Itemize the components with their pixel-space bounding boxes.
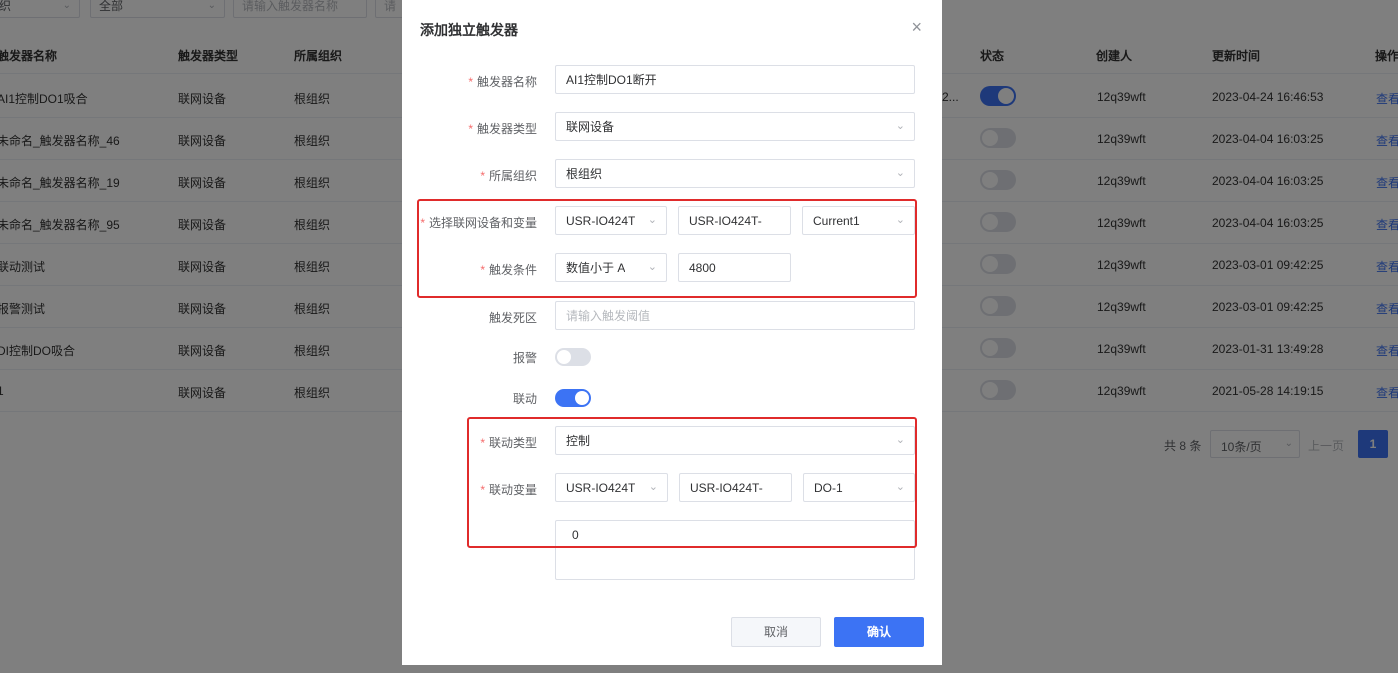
condition-select[interactable]: 数值小于 A ⌄ [555, 253, 667, 282]
chevron-down-icon: ⌄ [895, 434, 905, 446]
deadzone-input[interactable]: 请输入触发阈值 [555, 301, 915, 330]
trigger-name-label: * 触发器名称 [468, 75, 537, 89]
chevron-down-icon: ⌄ [647, 261, 657, 273]
trigger-name-input[interactable]: AI1控制DO1断开 [555, 65, 915, 94]
linkage-device-sub-value: USR-IO424T-I [690, 481, 763, 495]
device-value: USR-IO424T [566, 214, 636, 228]
chevron-down-icon: ⌄ [895, 481, 905, 493]
deadzone-label: 触发死区 [488, 311, 537, 325]
linkage-value-textarea[interactable]: 0 [555, 520, 915, 580]
linkage-value: 0 [572, 528, 579, 542]
close-icon[interactable]: × [911, 18, 922, 36]
device-sub-value: USR-IO424T-I [689, 214, 762, 228]
linkage-type-label: * 联动类型 [480, 436, 537, 450]
chevron-down-icon: ⌄ [895, 167, 905, 179]
org-select[interactable]: 根组织 ⌄ [555, 159, 915, 188]
linkage-variable-label: * 联动变量 [480, 483, 537, 497]
linkage-variable-select[interactable]: DO-1 ⌄ [803, 473, 915, 502]
device-select[interactable]: USR-IO424T ⌄ [555, 206, 667, 235]
condition-label: * 触发条件 [480, 263, 537, 277]
device-sub-select[interactable]: USR-IO424T-I [678, 206, 791, 235]
trigger-name-value: AI1控制DO1断开 [566, 73, 657, 87]
linkage-type-select[interactable]: 控制 ⌄ [555, 426, 915, 455]
org-label: * 所属组织 [480, 169, 537, 183]
threshold-input[interactable]: 4800 [678, 253, 791, 282]
threshold-value: 4800 [689, 261, 716, 275]
device-variable-label: * 选择联网设备和变量 [420, 216, 537, 230]
chevron-down-icon: ⌄ [648, 481, 658, 493]
variable-select[interactable]: Current1 ⌄ [802, 206, 915, 235]
linkage-device-sub-select[interactable]: USR-IO424T-I [679, 473, 792, 502]
linkage-device-value: USR-IO424T [566, 481, 636, 495]
linkage-toggle[interactable] [555, 389, 591, 407]
chevron-down-icon: ⌄ [895, 120, 905, 132]
dialog-title: 添加独立触发器 [420, 22, 518, 38]
confirm-button[interactable]: 确认 [834, 617, 924, 647]
chevron-down-icon: ⌄ [647, 214, 657, 226]
linkage-variable-value: DO-1 [814, 481, 843, 495]
org-value: 根组织 [566, 167, 603, 181]
deadzone-placeholder: 请输入触发阈值 [566, 309, 651, 323]
alarm-label: 报警 [512, 351, 537, 365]
add-trigger-dialog: 添加独立触发器 × * 触发器名称 AI1控制DO1断开 * 触发器类型 联网设备 … [402, 0, 942, 665]
alarm-toggle[interactable] [555, 348, 591, 366]
linkage-type-value: 控制 [566, 434, 591, 448]
cancel-button[interactable]: 取消 [731, 617, 821, 647]
trigger-type-label: * 触发器类型 [468, 122, 537, 136]
condition-value: 数值小于 A [566, 261, 626, 275]
variable-value: Current1 [813, 214, 860, 228]
linkage-device-select[interactable]: USR-IO424T ⌄ [555, 473, 668, 502]
trigger-type-value: 联网设备 [566, 120, 615, 134]
trigger-type-select[interactable]: 联网设备 ⌄ [555, 112, 915, 141]
linkage-label: 联动 [512, 392, 537, 406]
chevron-down-icon: ⌄ [895, 214, 905, 226]
